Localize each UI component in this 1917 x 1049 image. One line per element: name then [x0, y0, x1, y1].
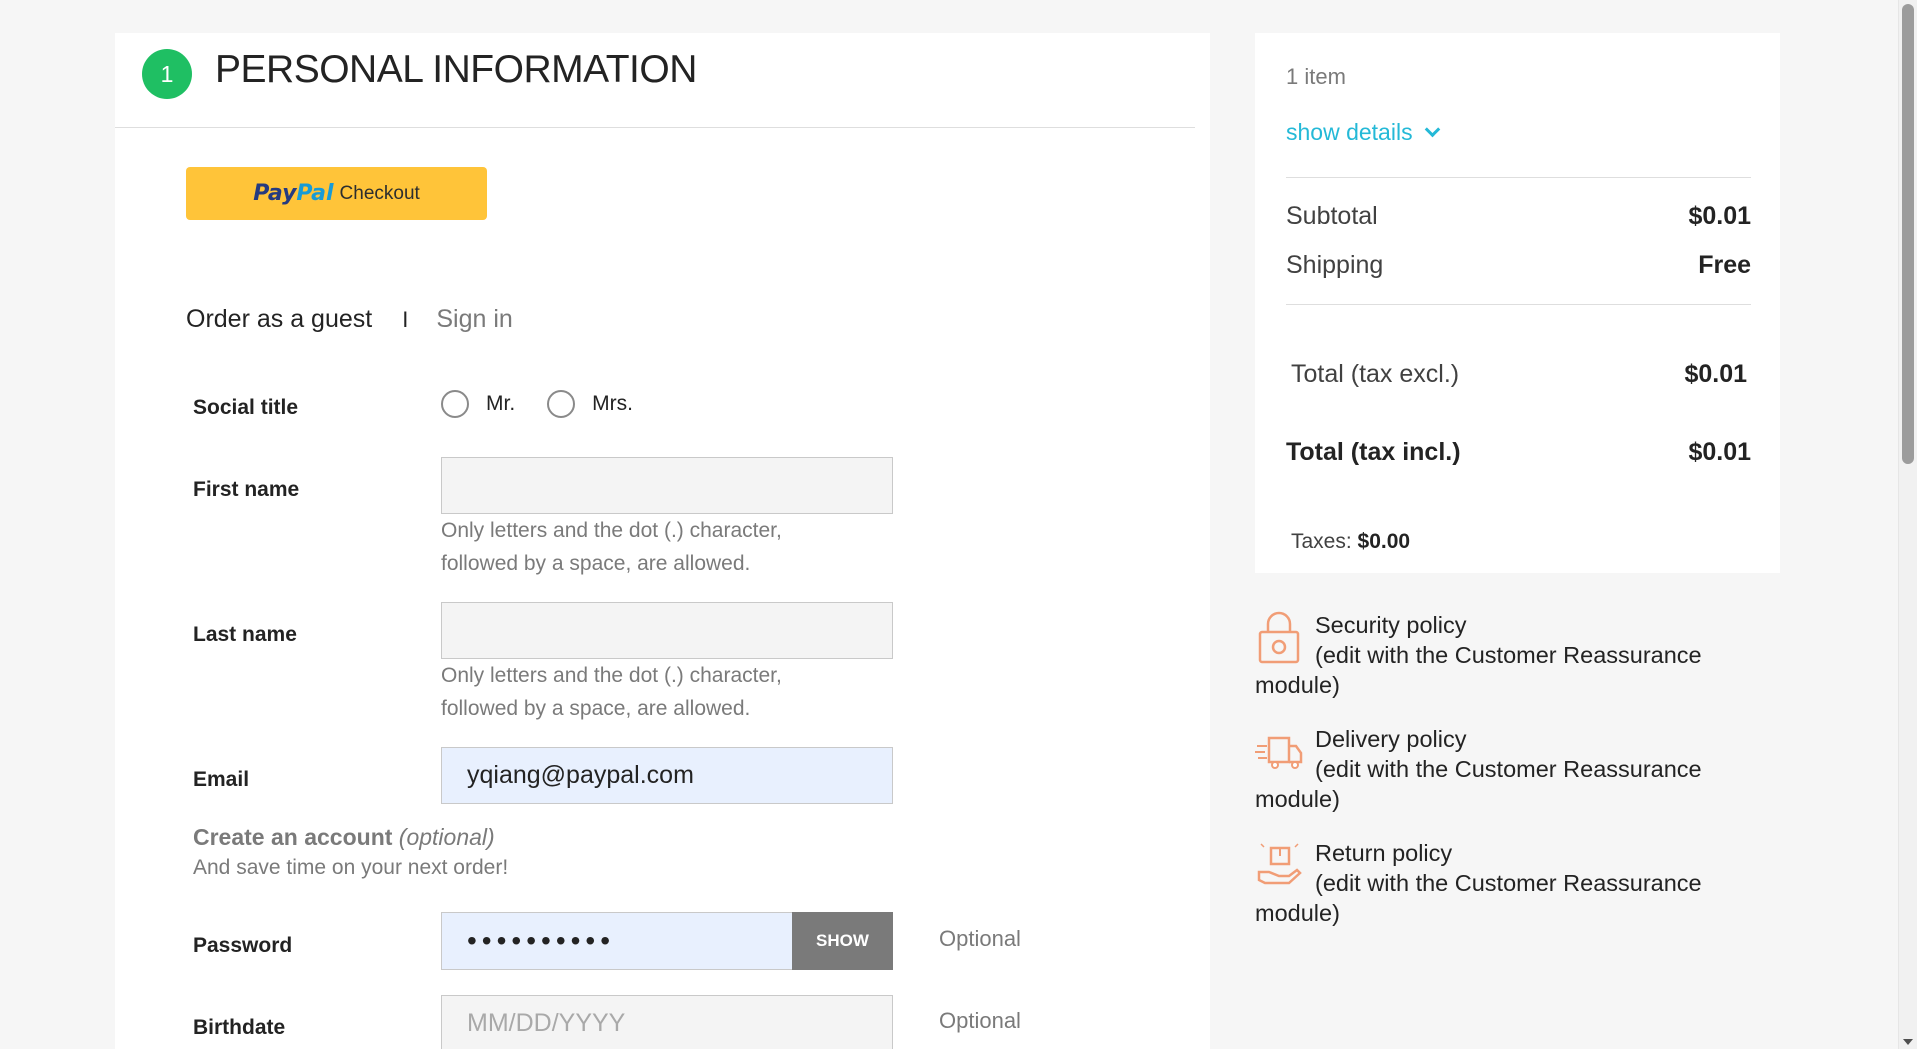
return-policy-title: Return policy — [1315, 840, 1453, 866]
paypal-logo: PayPal — [253, 181, 333, 206]
paypal-logo-pay: Pay — [253, 181, 297, 206]
delivery-policy-desc: (edit with the Customer Reassurance modu… — [1255, 756, 1702, 812]
subtotal-row: Subtotal $0.01 — [1286, 202, 1751, 231]
password-label: Password — [193, 934, 293, 957]
total-excl-label: Total (tax excl.) — [1291, 360, 1460, 388]
email-label: Email — [193, 768, 250, 791]
password-input[interactable]: •••••••••• — [441, 912, 792, 970]
checkout-page: 1 PERSONAL INFORMATION PayPal Checkout O… — [0, 0, 1917, 1049]
shipping-label: Shipping — [1286, 251, 1384, 279]
last-name-input[interactable] — [441, 602, 893, 659]
radio-mrs[interactable] — [547, 390, 576, 418]
subtotal-label: Subtotal — [1286, 202, 1378, 230]
create-account-optional: (optional) — [398, 824, 495, 850]
radio-mr[interactable] — [441, 390, 469, 418]
summary-divider — [1286, 177, 1751, 178]
personal-information-section: 1 PERSONAL INFORMATION PayPal Checkout O… — [115, 33, 1210, 1049]
birthdate-input[interactable] — [441, 995, 893, 1049]
taxes-value: $0.00 — [1357, 530, 1411, 553]
total-incl-label: Total (tax incl.) — [1286, 438, 1461, 466]
birthdate-label: Birthdate — [193, 1016, 286, 1039]
tab-sign-in[interactable]: Sign in — [436, 305, 512, 334]
step-title: PERSONAL INFORMATION — [215, 48, 697, 91]
security-policy-title: Security policy — [1315, 612, 1467, 638]
security-policy-desc: (edit with the Customer Reassurance modu… — [1255, 642, 1702, 698]
subtotal-value: $0.01 — [1688, 202, 1751, 230]
cart-summary: 1 item show details Subtotal $0.01 Shipp… — [1255, 33, 1780, 573]
password-optional-hint: Optional — [939, 926, 1021, 951]
shipping-value: Free — [1698, 251, 1751, 279]
paypal-checkout-button[interactable]: PayPal Checkout — [186, 167, 487, 220]
summary-divider — [1286, 304, 1751, 305]
last-name-label: Last name — [193, 623, 297, 646]
reassurance-return: Return policy (edit with the Customer Re… — [1255, 838, 1775, 928]
create-account-title: Create an account — [193, 824, 393, 850]
social-title-radio-group: Mr. Mrs. — [441, 390, 665, 418]
total-excl-value: $0.01 — [1684, 360, 1747, 388]
total-incl-row: Total (tax incl.) $0.01 — [1286, 438, 1751, 467]
shipping-row: Shipping Free — [1286, 251, 1751, 280]
email-input[interactable] — [441, 747, 893, 804]
paypal-logo-pal: Pal — [296, 181, 334, 206]
cart-item-count: 1 item — [1286, 64, 1346, 89]
birthdate-optional-hint: Optional — [939, 1008, 1021, 1033]
step-header: 1 PERSONAL INFORMATION — [115, 33, 1195, 128]
taxes-line: Taxes: $0.00 — [1291, 530, 1410, 554]
step-number-badge: 1 — [142, 49, 192, 99]
show-details-toggle[interactable]: show details — [1286, 119, 1440, 146]
taxes-label: Taxes: — [1291, 530, 1352, 553]
create-account-subtitle: And save time on your next order! — [193, 856, 509, 879]
password-field: •••••••••• SHOW — [441, 912, 893, 970]
total-incl-value: $0.01 — [1688, 438, 1751, 466]
auth-tabs: Order as a guest I Sign in — [186, 305, 513, 334]
scroll-down-arrow-icon[interactable] — [1903, 1039, 1913, 1045]
paypal-checkout-label: Checkout — [339, 182, 420, 204]
lock-icon — [1258, 611, 1300, 664]
page-scrollbar[interactable] — [1898, 0, 1917, 1049]
total-excl-row: Total (tax excl.) $0.01 — [1291, 360, 1747, 389]
create-account-heading: Create an account (optional) — [193, 824, 495, 851]
tab-separator: I — [402, 306, 409, 332]
return-box-icon — [1257, 843, 1302, 885]
show-details-label: show details — [1286, 119, 1413, 145]
last-name-help: Only letters and the dot (.) character, … — [441, 664, 782, 720]
return-policy-desc: (edit with the Customer Reassurance modu… — [1255, 870, 1702, 926]
first-name-help: Only letters and the dot (.) character, … — [441, 519, 782, 575]
social-title-label: Social title — [193, 396, 299, 419]
show-password-button[interactable]: SHOW — [792, 912, 893, 970]
scrollbar-thumb[interactable] — [1902, 4, 1914, 464]
delivery-policy-title: Delivery policy — [1315, 726, 1467, 752]
reassurance-delivery: Delivery policy (edit with the Customer … — [1255, 724, 1775, 814]
reassurance-security: Security policy (edit with the Customer … — [1255, 610, 1775, 700]
tab-order-as-guest[interactable]: Order as a guest — [186, 305, 372, 334]
first-name-label: First name — [193, 478, 300, 501]
radio-mrs-label: Mrs. — [592, 392, 633, 415]
radio-mr-label: Mr. — [486, 392, 516, 415]
chevron-down-icon — [1424, 121, 1440, 138]
first-name-input[interactable] — [441, 457, 893, 514]
delivery-truck-icon — [1255, 736, 1303, 769]
